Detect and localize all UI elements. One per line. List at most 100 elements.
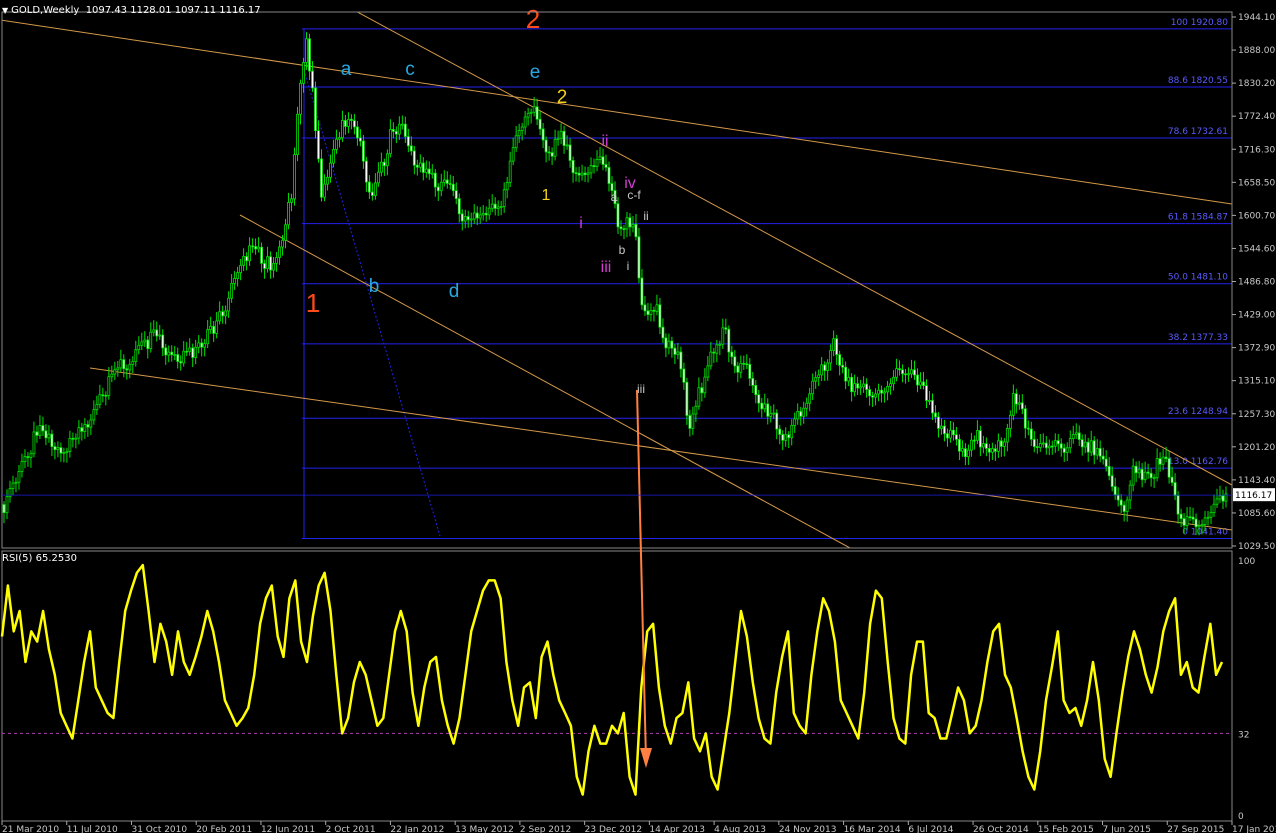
candle-body — [778, 428, 782, 435]
candle-body — [1119, 499, 1123, 506]
candle-body — [92, 409, 96, 421]
candle-body — [679, 351, 683, 370]
time-tick-label: 14 Apr 2013 — [649, 825, 705, 833]
price-tick-label: 1772.40 — [1238, 112, 1275, 122]
candle-body — [194, 346, 198, 358]
candle-body — [889, 383, 892, 387]
candle-body — [955, 434, 958, 440]
candle-body — [1029, 428, 1033, 440]
candle-body — [323, 183, 326, 198]
candle-body — [1122, 504, 1126, 512]
candle-body — [811, 380, 815, 395]
candle-body — [532, 106, 536, 113]
candle-body — [1056, 440, 1060, 445]
price-tick-label: 1486.80 — [1238, 278, 1275, 288]
price-tick-label: 1544.60 — [1238, 244, 1275, 254]
candle-body — [62, 452, 66, 454]
candle-body — [457, 198, 461, 215]
price-tick-label: 1658.50 — [1238, 178, 1275, 188]
candle-body — [1083, 441, 1087, 448]
wave-label: c — [405, 59, 415, 80]
candle-body — [370, 191, 374, 196]
candle-body — [308, 38, 311, 72]
candle-body — [77, 427, 81, 439]
candle-body — [685, 381, 689, 416]
candle-body — [541, 128, 545, 141]
wave-label: e — [530, 62, 541, 83]
candle-body — [101, 394, 105, 397]
wave-label: a — [341, 59, 352, 80]
candle-body — [829, 350, 833, 364]
candle-body — [439, 181, 443, 192]
candle-body — [74, 437, 78, 440]
candle-body — [239, 264, 243, 274]
candle-body — [553, 139, 557, 157]
candle-body — [544, 139, 548, 153]
candle-body — [607, 167, 611, 184]
candle-body — [68, 437, 72, 452]
candle-body — [1050, 445, 1054, 448]
candle-body — [808, 393, 812, 404]
wave-label: 1 — [306, 288, 320, 318]
candle-body — [1158, 458, 1162, 465]
price-axis: 1944.10 1888.00 1830.20 1772.40 1716.30 1658.… — [1232, 13, 1275, 552]
candle-body — [487, 207, 491, 216]
wave-label: ii — [643, 209, 648, 223]
candle-body — [152, 329, 156, 333]
candle-body — [574, 172, 578, 175]
candle-body — [59, 447, 63, 454]
candle-body — [556, 137, 560, 140]
arrow-head — [640, 748, 652, 768]
candle-body — [691, 413, 695, 429]
candle-body — [1059, 443, 1063, 449]
candle-body — [979, 430, 982, 448]
candle-body — [11, 482, 15, 489]
candle-body — [910, 369, 913, 375]
time-tick-label: 13 May 2012 — [455, 825, 514, 833]
candle-body — [484, 212, 488, 216]
candle-body — [670, 340, 674, 349]
candle-body — [1173, 482, 1177, 496]
candle-body — [661, 326, 665, 339]
candle-body — [1005, 428, 1009, 443]
fib-level-label: 13.0 1162.76 — [1168, 457, 1228, 467]
candle-body — [823, 364, 827, 371]
candle-body — [128, 364, 132, 371]
candle-body — [251, 245, 254, 248]
candle-body — [242, 256, 246, 266]
candle-body — [931, 399, 934, 414]
candle-body — [571, 160, 575, 174]
candle-body — [913, 369, 916, 376]
candle-body — [1164, 456, 1168, 459]
candle-body — [550, 152, 554, 157]
candle-body — [586, 172, 590, 176]
candle-body — [643, 304, 647, 312]
candle-body — [946, 433, 949, 439]
candle-body — [766, 403, 770, 417]
candle-body — [880, 389, 883, 394]
chart-canvas[interactable]: 100 1920.80 88.6 1820.55 78.6 1732.61 61.8 … — [0, 0, 1276, 833]
candle-body — [565, 144, 569, 147]
wave-label: i — [627, 259, 630, 273]
candle-body — [182, 350, 186, 364]
candle-body — [1194, 518, 1198, 528]
candle-body — [1053, 440, 1057, 447]
candle-body — [83, 424, 87, 432]
candle-body — [472, 212, 476, 220]
candle-body — [703, 376, 707, 394]
candle-body — [835, 338, 839, 355]
candle-body — [856, 383, 860, 389]
candle-body — [892, 376, 895, 385]
candle-body — [317, 130, 320, 160]
candle-body — [862, 383, 865, 388]
candle-body — [329, 162, 332, 178]
candle-body — [538, 118, 542, 130]
candle-body — [263, 262, 266, 269]
chart-menu-icon[interactable]: ▼ — [2, 6, 8, 15]
wave-label: a — [611, 190, 618, 204]
candle-body — [391, 129, 395, 132]
candle-body — [131, 361, 135, 365]
candle-body — [1149, 472, 1153, 479]
candle-body — [622, 228, 626, 231]
candle-body — [739, 362, 743, 373]
